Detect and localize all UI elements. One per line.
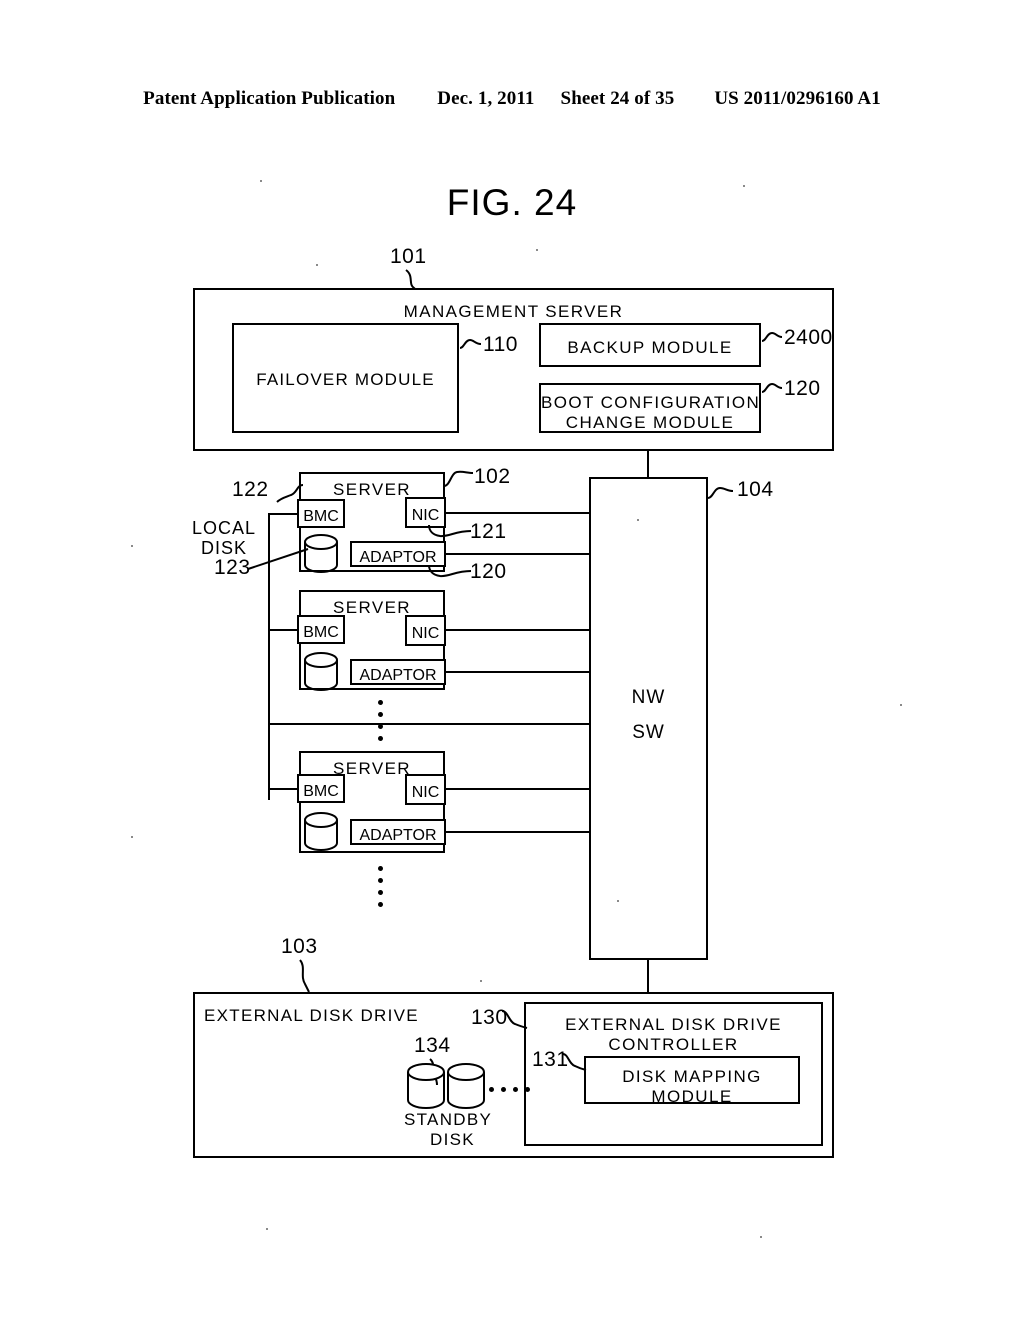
leader-103 [297,958,323,994]
ref-120-boot: 120 [784,377,821,400]
bmc-box-2: BMC [297,615,345,644]
disk-mapping-module-label-line2: MODULE [651,1087,733,1106]
disk-mapping-module-box: DISK MAPPING MODULE [584,1056,800,1106]
nic-box-2: NIC [405,615,446,646]
ext-disk-controller-label-line1: EXTERNAL DISK DRIVE [565,1015,782,1034]
adaptor-label-2: ADAPTOR [359,667,437,684]
ref-110: 110 [483,333,518,356]
ref-104: 104 [737,478,774,501]
ref-122: 122 [232,478,269,501]
header-patent-number: US 2011/0296160 A1 [714,88,881,109]
header-publication: Patent Application Publication [143,88,396,109]
nic-label-2: NIC [411,625,440,642]
link-nwsw-to-extdisk [647,960,649,992]
bmc-label-3: BMC [303,783,339,800]
ref-123: 123 [214,556,251,579]
link-adaptor3-to-nwsw [445,831,589,833]
bmc-label-2: BMC [303,624,339,641]
leader-102 [443,467,475,489]
standby-disk-label-line1: STANDBY [404,1110,493,1129]
leader-122 [275,483,305,507]
ref-131: 131 [532,1048,569,1071]
leader-121 [427,523,473,545]
ref-120-adaptor: 120 [470,560,507,583]
leader-2400 [761,327,785,345]
server-ellipsis-bottom [378,866,383,907]
leader-104 [707,482,735,502]
network-switch-label-line1: NW [631,687,666,708]
header-date: Dec. 1, 2011 [437,88,535,109]
nic-label-3: NIC [411,784,440,801]
leader-110 [459,334,485,352]
disk-mapping-module-label-line1: DISK MAPPING [622,1067,762,1086]
network-switch-box: NW SW [589,477,708,960]
management-server-title: MANAGEMENT SERVER [403,302,624,321]
external-disk-drive-title: EXTERNAL DISK DRIVE [204,1006,419,1025]
boot-config-change-module-box: BOOT CONFIGURATION CHANGE MODULE [539,383,761,433]
header-sheet: Sheet 24 of 35 [560,88,675,109]
boot-config-change-module-label-line2: CHANGE MODULE [565,413,735,432]
publication-header: Patent Application Publication Dec. 1, 2… [0,88,1024,110]
bmc-bus-branch-3 [268,788,300,790]
local-disk-cylinder-2 [303,652,339,692]
local-disk-cylinder-3 [303,812,339,852]
leader-120-adaptor [427,563,473,585]
link-nic1-to-nwsw [445,512,589,514]
network-switch-label-line2: SW [632,722,665,743]
ref-134: 134 [414,1034,451,1057]
ref-121: 121 [470,520,507,543]
standby-disk-label-line2: DISK [430,1130,475,1149]
nic-box-3: NIC [405,774,446,805]
local-disk-label-line1: LOCAL [192,518,257,538]
ref-103: 103 [281,935,318,958]
bmc-label-1: BMC [303,508,339,525]
header-spacer-2 [535,88,561,110]
bmc-bus-to-nwsw [268,723,589,725]
leader-120-top [761,378,785,396]
adaptor-box-2: ADAPTOR [350,659,446,685]
ref-2400: 2400 [784,326,833,349]
link-nic2-to-nwsw [445,629,589,631]
ref-130: 130 [471,1006,508,1029]
bmc-bus-branch-1 [268,513,300,515]
ref-101: 101 [390,245,427,268]
header-spacer-1 [395,88,437,110]
figure-title: FIG. 24 [446,182,578,223]
failover-module-box: FAILOVER MODULE [232,323,459,433]
server-ellipsis-middle [378,700,383,741]
leader-123 [247,546,310,572]
adaptor-box-3: ADAPTOR [350,819,446,845]
failover-module-label: FAILOVER MODULE [256,370,435,389]
boot-config-change-module-label-line1: BOOT CONFIGURATION [541,393,761,412]
link-adaptor2-to-nwsw [445,671,589,673]
standby-disk-ellipsis [489,1087,530,1092]
backup-module-label: BACKUP MODULE [567,338,733,357]
link-mgmt-to-nwsw [647,451,649,479]
bmc-bus-branch-2 [268,629,300,631]
backup-module-box: BACKUP MODULE [539,323,761,367]
link-adaptor1-to-nwsw [445,553,589,555]
link-nic3-to-nwsw [445,788,589,790]
ref-102: 102 [474,465,511,488]
bmc-box-3: BMC [297,774,345,803]
header-spacer-3 [674,88,714,110]
standby-disk-cylinder-2 [446,1063,486,1111]
standby-disk-cylinder-1 [406,1063,446,1111]
adaptor-label-3: ADAPTOR [359,827,437,844]
